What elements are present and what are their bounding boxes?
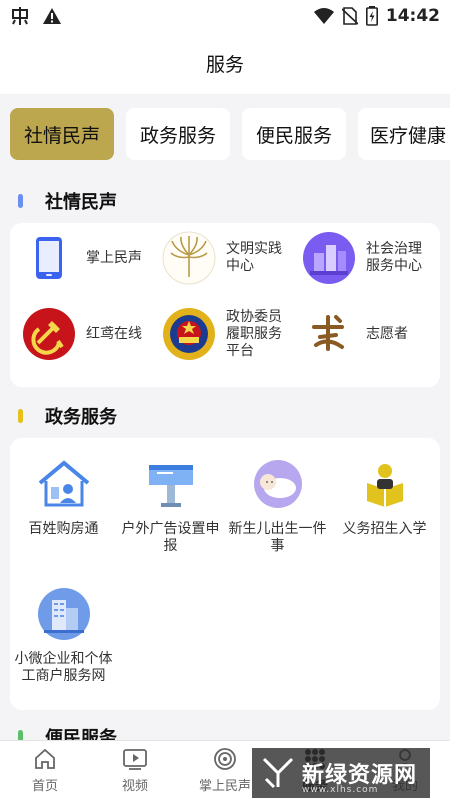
service-item-volunteer[interactable]: 志愿者 bbox=[302, 307, 408, 361]
voice-icon bbox=[214, 748, 236, 770]
service-item-red-kite-online[interactable]: 红鸢在线 bbox=[22, 307, 142, 361]
phone-icon bbox=[22, 231, 76, 285]
service-item-mobile-voice[interactable]: 掌上民声 bbox=[22, 231, 142, 285]
status-time: 14:42 bbox=[385, 6, 440, 26]
tab-label: 政务服务 bbox=[139, 124, 216, 147]
service-item-label: 百姓购房通 bbox=[28, 521, 99, 537]
tab-convenience-services[interactable]: 便民服务 bbox=[242, 108, 346, 160]
section-marker bbox=[18, 194, 23, 208]
service-item-label: 文明实践 中心 bbox=[226, 241, 282, 274]
volunteer-icon bbox=[302, 307, 356, 361]
service-item-social-governance[interactable]: 社会治理 服务中心 bbox=[302, 231, 422, 285]
status-bar: 14:42 bbox=[0, 0, 450, 32]
social-governance-icon bbox=[302, 231, 356, 285]
section-title: 社情民声 bbox=[45, 192, 117, 213]
service-item-label: 社会治理 服务中心 bbox=[366, 241, 422, 274]
watermark: 新绿资源网 www.xlhs.com bbox=[252, 748, 430, 798]
app-notification-icon bbox=[12, 7, 28, 25]
nav-item-video[interactable]: 视频 bbox=[90, 747, 180, 794]
tab-social-voice[interactable]: 社情民声 bbox=[10, 108, 114, 160]
tab-label: 便民服务 bbox=[255, 124, 332, 147]
service-item-newborn[interactable]: 新生儿出生一件 事 bbox=[224, 454, 331, 555]
service-item-label: 志愿者 bbox=[366, 325, 408, 342]
service-item-house-purchase[interactable]: 百姓购房通 bbox=[10, 454, 117, 538]
card-government-services: 百姓购房通 户外广告设置申 报 新生儿出生一件 事 义务招生入学 小微企业和个体… bbox=[10, 438, 440, 710]
warning-icon bbox=[43, 8, 61, 24]
service-item-label: 户外广告设置申 报 bbox=[121, 521, 220, 554]
video-icon bbox=[123, 749, 147, 770]
section-header-government-services: 政务服务 bbox=[18, 401, 117, 431]
service-item-label: 政协委员 履职服务 平台 bbox=[226, 308, 282, 359]
tab-healthcare[interactable]: 医疗健康 bbox=[358, 108, 450, 160]
category-tabs: 社情民声 政务服务 便民服务 医疗健康 bbox=[0, 94, 450, 176]
nav-label: 首页 bbox=[31, 779, 58, 794]
nav-label: 视频 bbox=[121, 779, 148, 794]
civilization-practice-icon bbox=[162, 231, 216, 285]
small-business-icon bbox=[34, 584, 94, 644]
nav-label: 掌上民声 bbox=[198, 779, 251, 794]
service-item-label: 义务招生入学 bbox=[342, 521, 427, 537]
service-item-school-enrollment[interactable]: 义务招生入学 bbox=[331, 454, 438, 538]
newborn-icon bbox=[248, 454, 308, 514]
no-sim-icon bbox=[341, 7, 358, 25]
service-item-small-business[interactable]: 小微企业和个体 工商户服务网 bbox=[10, 584, 117, 685]
service-item-cppcc-platform[interactable]: 政协委员 履职服务 平台 bbox=[162, 307, 282, 361]
watermark-logo-icon bbox=[262, 757, 294, 789]
wifi-icon bbox=[313, 8, 334, 24]
page-title: 服务 bbox=[205, 53, 244, 76]
service-item-label: 新生儿出生一件 事 bbox=[228, 521, 327, 554]
section-header-social-voice: 社情民声 bbox=[18, 186, 117, 216]
service-item-civilization-center[interactable]: 文明实践 中心 bbox=[162, 231, 282, 285]
cppcc-emblem-icon bbox=[162, 307, 216, 361]
service-item-outdoor-ad[interactable]: 户外广告设置申 报 bbox=[117, 454, 224, 555]
section-title: 政务服务 bbox=[45, 407, 117, 428]
service-item-label: 掌上民声 bbox=[86, 249, 142, 266]
billboard-icon bbox=[141, 454, 201, 514]
tab-label: 医疗健康 bbox=[370, 124, 447, 147]
section-marker bbox=[18, 409, 23, 423]
card-social-voice: 掌上民声 文明实践 中心 社会治理 服务中心 红鸢在线 政协委员 履职服务 平台… bbox=[10, 223, 440, 387]
tab-government-services[interactable]: 政务服务 bbox=[126, 108, 230, 160]
tab-label: 社情民声 bbox=[23, 124, 100, 147]
enrollment-icon bbox=[355, 454, 415, 514]
house-icon bbox=[34, 454, 94, 514]
service-item-label: 红鸢在线 bbox=[86, 325, 142, 342]
service-item-label: 小微企业和个体 工商户服务网 bbox=[14, 651, 113, 684]
battery-icon bbox=[365, 6, 378, 26]
watermark-url: www.xlhs.com bbox=[302, 785, 379, 795]
party-emblem-icon bbox=[22, 307, 76, 361]
nav-item-home[interactable]: 首页 bbox=[0, 747, 90, 794]
home-icon bbox=[35, 748, 55, 769]
page-header: 服务 bbox=[0, 32, 450, 94]
